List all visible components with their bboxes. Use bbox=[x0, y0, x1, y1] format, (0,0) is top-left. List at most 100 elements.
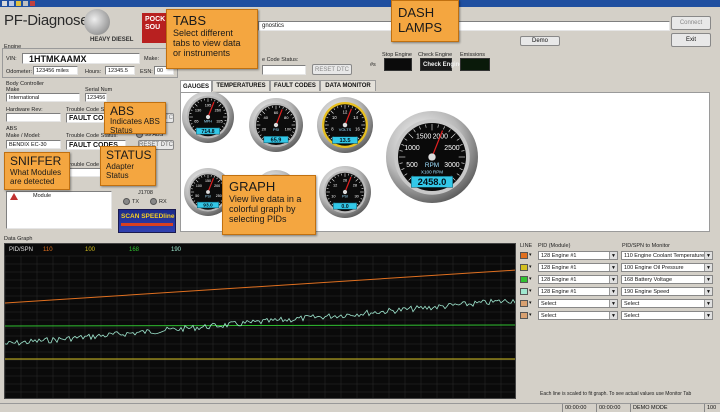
engine-tc-field bbox=[262, 65, 306, 75]
line-header: LINE bbox=[520, 243, 533, 249]
check-engine-lamp: Check Engine bbox=[420, 58, 463, 71]
save-icon[interactable] bbox=[23, 1, 28, 6]
chevron-down-icon: ▼ bbox=[704, 288, 712, 295]
exit-button[interactable]: Exit bbox=[671, 33, 711, 47]
pid-spn-header: PID/SPN to Monitor bbox=[622, 243, 670, 249]
gauge-tick-label: 250 bbox=[216, 194, 222, 198]
gauge-hub bbox=[205, 114, 211, 120]
stop-engine-lamp bbox=[384, 58, 412, 71]
abs-make-label: Make / Model: bbox=[6, 133, 41, 139]
gauge-unit: VOLTS bbox=[339, 127, 352, 132]
bc-make-field[interactable]: International bbox=[6, 93, 80, 102]
gauge-readout-value: 13.5 bbox=[339, 138, 351, 144]
line-color-swatch[interactable] bbox=[520, 264, 528, 271]
callout-status-desc: Adapter Status bbox=[106, 162, 135, 180]
close-icon[interactable] bbox=[30, 1, 35, 6]
check-engine-lamp-text: Check Engine bbox=[423, 62, 463, 68]
search-input[interactable]: gnostics bbox=[258, 21, 670, 31]
connect-button[interactable]: Connect bbox=[671, 16, 711, 30]
callout-status-title: STATUS bbox=[106, 148, 152, 162]
callout-abs: ABS Indicates ABS Status bbox=[104, 102, 166, 135]
gauge: 1012262830PSI0.0 bbox=[319, 166, 371, 218]
tab-fault-codes[interactable]: FAULT CODES bbox=[270, 80, 320, 91]
pid-spn-value: 110 Engine Coolant Temperature bbox=[624, 253, 705, 259]
demo-button[interactable]: Demo bbox=[520, 36, 560, 46]
serial-value: 123456 bbox=[87, 95, 106, 101]
app-icon[interactable] bbox=[9, 1, 14, 6]
sniffer-list[interactable]: Module bbox=[6, 191, 112, 229]
hardware-field[interactable] bbox=[6, 113, 61, 122]
gauge-tick-label: 130 bbox=[195, 107, 202, 112]
status-bar: 00:00:00 00:00:00 DEMO MODE 100 bbox=[0, 403, 720, 412]
chevron-down-icon: ▼ bbox=[704, 300, 712, 307]
odometer-field[interactable]: 123456 miles bbox=[33, 66, 78, 75]
callout-tabs-title: TABS bbox=[173, 13, 206, 28]
pid-module-select[interactable]: Select ▼ bbox=[538, 299, 618, 308]
gauge-tick-label: 10 bbox=[332, 115, 337, 120]
pid-spn-select[interactable]: Select ▼ bbox=[621, 311, 713, 320]
pid-module-value: 128 Engine #1 bbox=[541, 253, 577, 259]
gauge-tick-label: 500 bbox=[406, 162, 418, 169]
color-dropdown-icon[interactable]: ▾ bbox=[529, 313, 534, 318]
pid-module-select[interactable]: 128 Engine #1 ▼ bbox=[538, 251, 618, 260]
color-dropdown-icon[interactable]: ▾ bbox=[529, 289, 534, 294]
vin-field[interactable]: 1HTMKAAMX bbox=[22, 53, 140, 64]
color-dropdown-icon[interactable]: ▾ bbox=[529, 265, 534, 270]
callout-graph-desc: View live data in a colorful graph by se… bbox=[229, 194, 302, 224]
gauge-hub bbox=[428, 153, 436, 161]
callout-graph-title: GRAPH bbox=[229, 179, 276, 194]
color-dropdown-icon[interactable]: ▾ bbox=[529, 253, 534, 258]
line-color-swatch[interactable] bbox=[520, 312, 528, 319]
line-color-swatch[interactable] bbox=[520, 252, 528, 259]
pid-spn-select[interactable]: 110 Engine Coolant Temperature ▼ bbox=[621, 251, 713, 260]
vehicle-badge: HEAVY DIESEL bbox=[90, 37, 134, 43]
make-label: Make: bbox=[144, 56, 159, 62]
tx-led-icon bbox=[123, 198, 130, 205]
abs-make-field[interactable]: BENDIX EC-30 bbox=[6, 140, 61, 149]
callout-dash-lamps-title: DASH LAMPS bbox=[398, 5, 443, 35]
pid-spn-value: Select bbox=[624, 313, 640, 319]
abs-make-value: BENDIX EC-30 bbox=[9, 142, 47, 148]
pid-spn-select[interactable]: Select ▼ bbox=[621, 299, 713, 308]
pid-spn-select[interactable]: 190 Engine Speed ▼ bbox=[621, 287, 713, 296]
callout-sniffer: SNIFFER What Modules are detected bbox=[4, 152, 70, 190]
color-dropdown-icon[interactable]: ▾ bbox=[529, 301, 534, 306]
odometer-label: Odometer: bbox=[6, 69, 32, 75]
tab-temperatures[interactable]: TEMPERATURES bbox=[212, 80, 270, 91]
adapter-code: J1708 bbox=[138, 190, 153, 196]
line-color-swatch[interactable] bbox=[520, 300, 528, 307]
gauge-tick-label: 65 bbox=[194, 118, 198, 123]
gauge-unit: RPM bbox=[425, 162, 439, 169]
scan-logo-stripe bbox=[121, 223, 173, 226]
pid-module-select[interactable]: Select ▼ bbox=[538, 311, 618, 320]
engine-icon bbox=[84, 9, 110, 35]
hours-field[interactable]: 12345.5 bbox=[105, 66, 135, 75]
gauge-readout-value: 2458.0 bbox=[418, 177, 447, 187]
pid-spn-select[interactable]: 168 Battery Voltage ▼ bbox=[621, 275, 713, 284]
color-dropdown-icon[interactable]: ▾ bbox=[529, 277, 534, 282]
graph-group-label: Data Graph bbox=[4, 236, 33, 242]
tab-data-monitor[interactable]: DATA MONITOR bbox=[320, 80, 376, 91]
gauge-tick-label: 40 bbox=[263, 115, 268, 120]
rx-label: RX bbox=[159, 199, 167, 205]
pid-spn-select[interactable]: 100 Engine Oil Pressure ▼ bbox=[621, 263, 713, 272]
pid-module-select[interactable]: 128 Engine #1 ▼ bbox=[538, 287, 618, 296]
line-color-swatch[interactable] bbox=[520, 276, 528, 283]
minimize-icon[interactable] bbox=[2, 1, 7, 6]
esn-label: ESN: bbox=[140, 69, 153, 75]
gauge-scale-label: X100 RPM bbox=[421, 170, 443, 175]
tab-gauges[interactable]: GAUGES bbox=[180, 80, 212, 92]
graph-canvas: PID/SPN 110 100 168 190 bbox=[4, 243, 516, 399]
refresh-icon[interactable] bbox=[16, 1, 21, 6]
serial-field[interactable]: 123456 bbox=[85, 93, 107, 102]
pid-module-value: 128 Engine #1 bbox=[541, 277, 577, 283]
callout-tabs: TABS Select different tabs to view data … bbox=[166, 9, 258, 69]
gauge-tick-label: 80 bbox=[284, 115, 289, 120]
pid-module-select[interactable]: 128 Engine #1 ▼ bbox=[538, 263, 618, 272]
gauge: 65 130195260 325 MPH 714.8 bbox=[182, 92, 234, 143]
pid-module-select[interactable]: 128 Engine #1 ▼ bbox=[538, 275, 618, 284]
engine-reset-button[interactable]: RESET DTC bbox=[312, 64, 352, 75]
num-label: #s bbox=[370, 62, 376, 68]
gauge-tick-label: 28 bbox=[353, 182, 357, 187]
line-color-swatch[interactable] bbox=[520, 288, 528, 295]
